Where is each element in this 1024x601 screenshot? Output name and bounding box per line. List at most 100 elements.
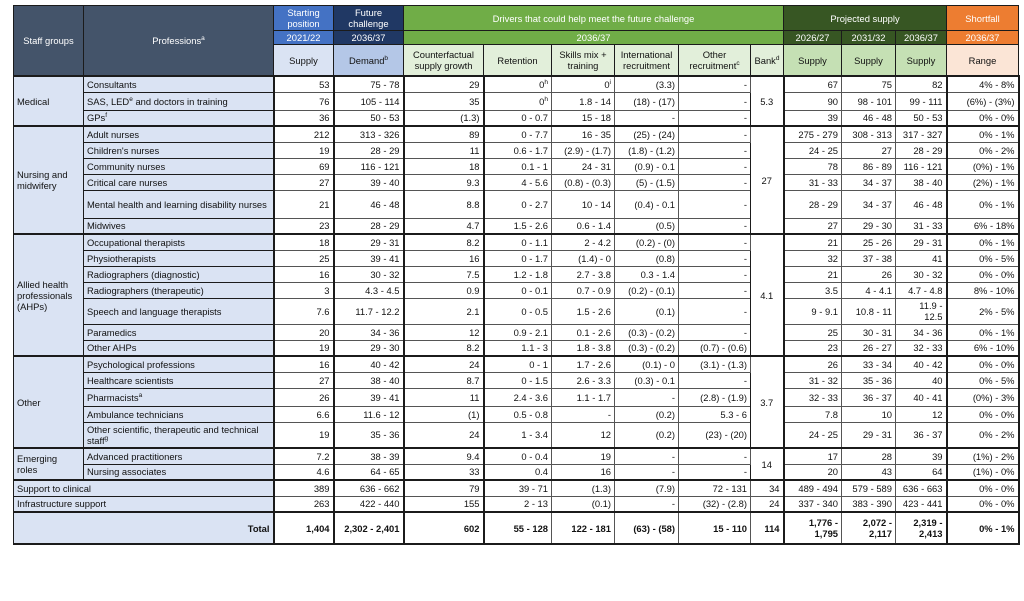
cell-counterfactual: 29 [403,75,485,93]
cell-value: - [743,198,747,210]
cell-supply: 19 [272,339,335,357]
bank-value-nursing: 27 [750,125,784,235]
cell-value: 27 [319,374,330,386]
cell-value: 7.5 [466,268,480,280]
cell-value: 5.3 - 6 [720,408,747,420]
cell-international: (0.1) [614,297,679,325]
cell-projected-p1: 32 [782,249,842,267]
profession-label: Physiotherapists [83,249,274,267]
cell-value: 1.8 - 3.8 [576,342,611,354]
cell-shortfall-range: 0% - 1% [946,233,1020,251]
table-row: Emerging roles Advanced practitioners 7.2 3… [13,447,1020,481]
cell-retention: 39 - 71 [483,479,552,497]
cell-p2: 383 - 390 [841,495,896,513]
cell-value: 21 [319,198,330,210]
cell-projected-p3: 31 - 33 [895,217,948,235]
cell-value: (1.3) [460,112,480,124]
cell-projected-p2: 75 [841,75,896,93]
cell-supply: 36 [272,109,335,127]
cell-other: - [678,463,751,481]
cell-projected-p2: 36 - 37 [841,387,896,407]
cell-other: - [678,109,751,127]
cell-value: - [743,144,747,156]
header-future-challenge: Future challenge [333,5,404,31]
total-other: 15 - 110 [678,511,751,545]
cell-retention: 0 - 0.1 [483,281,552,299]
cell-counterfactual: 24 [403,355,485,373]
cell-projected-p3: 28 - 29 [895,141,948,159]
cell-shortfall-range: 0% - 0% [946,355,1020,373]
total-p1: 1,776 - 1,795 [782,511,842,545]
cell-value: 28 - 29 [370,144,400,156]
cell-retention: 0 - 7.7 [483,125,552,143]
table-row: Nursing and midwifery Adult nurses 212 313 … [13,125,1020,235]
cell-projected-p2: 33 - 34 [841,355,896,373]
table-row: Children's nurses 19 28 - 29 11 0.6 - 1.7 (2.… [14,141,1020,159]
cell-demand: 64 - 65 [333,463,405,481]
footnote-marker: b [384,54,389,62]
cell-value: (0.9) - 0.1 [634,160,675,172]
table-row: Paramedics 20 34 - 36 12 0.9 - 2.1 0.1 - 2.6 (… [14,323,1020,341]
cell-retention: 0 - 0.7 [483,109,552,127]
cell-value: 20 [319,326,330,338]
profession-name: Psychological professions [87,358,195,370]
cell-projected-p1: 78 [782,157,842,175]
cell-value: 0.9 [466,284,480,296]
cell-retention: 0.9 - 2.1 [483,323,552,341]
cell-other: 5.3 - 6 [678,405,751,423]
cell-value: 1.7 - 2.6 [576,358,611,370]
cell-skills: 12 [551,421,615,449]
cell-projected-p2: 98 - 101 [841,91,896,111]
cell-skills: 2 - 4.2 [551,233,615,251]
cell-projected-p2: 10 [841,405,896,423]
cell-value: 16 [469,252,480,264]
cell-value: 24 [469,429,480,441]
cell-shortfall-range: (1%) - 0% [946,463,1020,481]
cell-value: 12 [469,326,480,338]
cell-counterfactual: 89 [403,125,485,143]
bank-value-emerging: 14 [750,447,784,481]
cell-value: 1.2 - 1.8 [513,268,548,280]
cell-shortfall-range: 0% - 5% [946,249,1020,267]
cell-value: 39 - 41 [370,391,400,403]
cell-p3: 423 - 441 [895,495,948,513]
cell-projected-p1: 24 - 25 [782,421,842,449]
cell-value: (0.5) [655,220,675,232]
cell-projected-p1: 23 [782,339,842,357]
cell-supply: 7.6 [272,297,335,325]
header-staff-groups: Staff groups [13,5,84,77]
cell-value: 16 [319,268,330,280]
cell-international: 0.3 - 1.4 [614,265,679,283]
header-professions: Professionsa [83,5,274,77]
cell-value: 0 - 1 [529,358,548,370]
cell-value: (18) - (17) [633,95,675,107]
cell-value: (0.3) - 0.1 [634,374,675,386]
cell-international: - [614,495,679,513]
cell-international: (5) - (1.5) [614,173,679,191]
header-drivers: Drivers that could help meet the future … [403,5,784,31]
cell-value: 29 - 31 [370,236,400,248]
cell-counterfactual: 8.7 [403,371,485,389]
total-international: (63) - (58) [614,511,679,545]
cell-other: - [678,125,751,143]
cell-supply: 3 [272,281,335,299]
cell-international: (0.2) - (0.1) [614,281,679,299]
cell-value: 212 [313,128,330,140]
cell-demand: 50 - 53 [333,109,405,127]
cell-value: 10 - 14 [581,198,611,210]
table-row: Other Psychological professions 16 40 - 42 2… [13,355,1020,449]
cell-demand: 11.7 - 12.2 [333,297,405,325]
cell-other: - [678,265,751,283]
cell-supply: 27 [272,173,335,191]
cell-projected-p2: 29 - 30 [841,217,896,235]
cell-skills: (1.4) - 0 [551,249,615,267]
cell-range: 0% - 0% [946,479,1020,497]
cell-other: - [678,323,751,341]
header-year-start: 2021/22 [273,30,334,45]
cell-demand: 28 - 29 [333,141,405,159]
col-other-label: Other recruitment [689,49,737,71]
cell-skills: - [551,405,615,423]
cell-counterfactual: 79 [403,479,485,497]
cell-value: 0 - 1.1 [521,236,548,248]
cell-other: - [678,217,751,235]
